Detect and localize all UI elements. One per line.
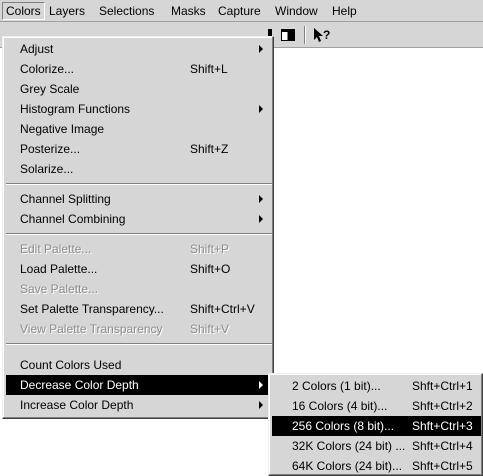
submenu-arrow-icon xyxy=(259,105,263,113)
menu-item-channel-combining[interactable]: Channel Combining xyxy=(6,209,272,229)
menu-item-posterize[interactable]: Posterize... Shift+Z xyxy=(6,139,272,159)
menu-item-colorize[interactable]: Colorize... Shift+L xyxy=(6,59,272,79)
submenu-arrow-icon xyxy=(259,401,263,409)
submenu-item-16-colors[interactable]: 16 Colors (4 bit)... Shft+Ctrl+2 xyxy=(272,396,481,416)
menu-bar: Colors Layers Selections Masks Capture W… xyxy=(0,0,483,22)
colors-menu: Adjust Colorize... Shift+L Grey Scale Hi… xyxy=(2,36,274,419)
menu-window[interactable]: Window xyxy=(272,3,321,19)
menu-item-grey-scale[interactable]: Grey Scale xyxy=(6,79,272,99)
menu-selections[interactable]: Selections xyxy=(96,3,157,19)
submenu-item-32k-colors[interactable]: 32K Colors (24 bit) ... Shft+Ctrl+4 xyxy=(272,436,481,456)
menu-capture[interactable]: Capture xyxy=(215,3,264,19)
menu-separator xyxy=(6,343,272,345)
submenu-item-256-colors[interactable]: 256 Colors (8 bit)... Shft+Ctrl+3 xyxy=(272,416,481,436)
menu-item-decrease-color-depth[interactable]: Decrease Color Depth xyxy=(6,375,272,395)
submenu-arrow-icon xyxy=(259,195,263,203)
menu-item-count-colors-used[interactable]: Count Colors Used xyxy=(6,355,272,375)
menu-item-histogram-functions[interactable]: Histogram Functions xyxy=(6,99,272,119)
menu-help[interactable]: Help xyxy=(329,3,360,19)
menu-item-edit-palette: Edit Palette... Shift+P xyxy=(20,242,230,256)
menu-item-adjust[interactable]: Adjust xyxy=(6,39,272,59)
menu-item-load-palette[interactable]: Load Palette... Shift+O xyxy=(6,259,272,279)
submenu-arrow-icon xyxy=(259,381,263,389)
submenu-arrow-icon xyxy=(259,45,263,53)
menu-colors[interactable]: Colors xyxy=(2,2,45,20)
toolbar-separator xyxy=(304,26,306,44)
menu-masks[interactable]: Masks xyxy=(168,3,209,19)
menu-separator xyxy=(6,183,272,185)
context-help-icon[interactable]: ? xyxy=(313,27,333,43)
menu-layers[interactable]: Layers xyxy=(46,3,88,19)
submenu-arrow-icon xyxy=(259,215,263,223)
help-glyph: ? xyxy=(323,28,330,42)
decrease-color-depth-submenu: 2 Colors (1 bit)... Shft+Ctrl+1 16 Color… xyxy=(268,373,483,476)
menu-item-view-palette-transparency: View Palette Transparency Shift+V xyxy=(20,322,230,336)
menu-item-channel-splitting[interactable]: Channel Splitting xyxy=(6,189,272,209)
submenu-item-64k-colors[interactable]: 64K Colors (24 bit)... Shft+Ctrl+5 xyxy=(272,456,481,476)
window-tile-icon[interactable] xyxy=(280,27,296,43)
menu-item-solarize[interactable]: Solarize... xyxy=(6,159,272,179)
menu-item-increase-color-depth[interactable]: Increase Color Depth xyxy=(6,395,272,415)
menu-separator xyxy=(6,233,272,235)
menu-item-set-palette-transparency[interactable]: Set Palette Transparency... Shift+Ctrl+V xyxy=(6,299,272,319)
menu-item-save-palette: Save Palette... xyxy=(20,282,99,296)
menu-item-negative-image[interactable]: Negative Image xyxy=(6,119,272,139)
submenu-item-2-colors[interactable]: 2 Colors (1 bit)... Shft+Ctrl+1 xyxy=(272,376,481,396)
